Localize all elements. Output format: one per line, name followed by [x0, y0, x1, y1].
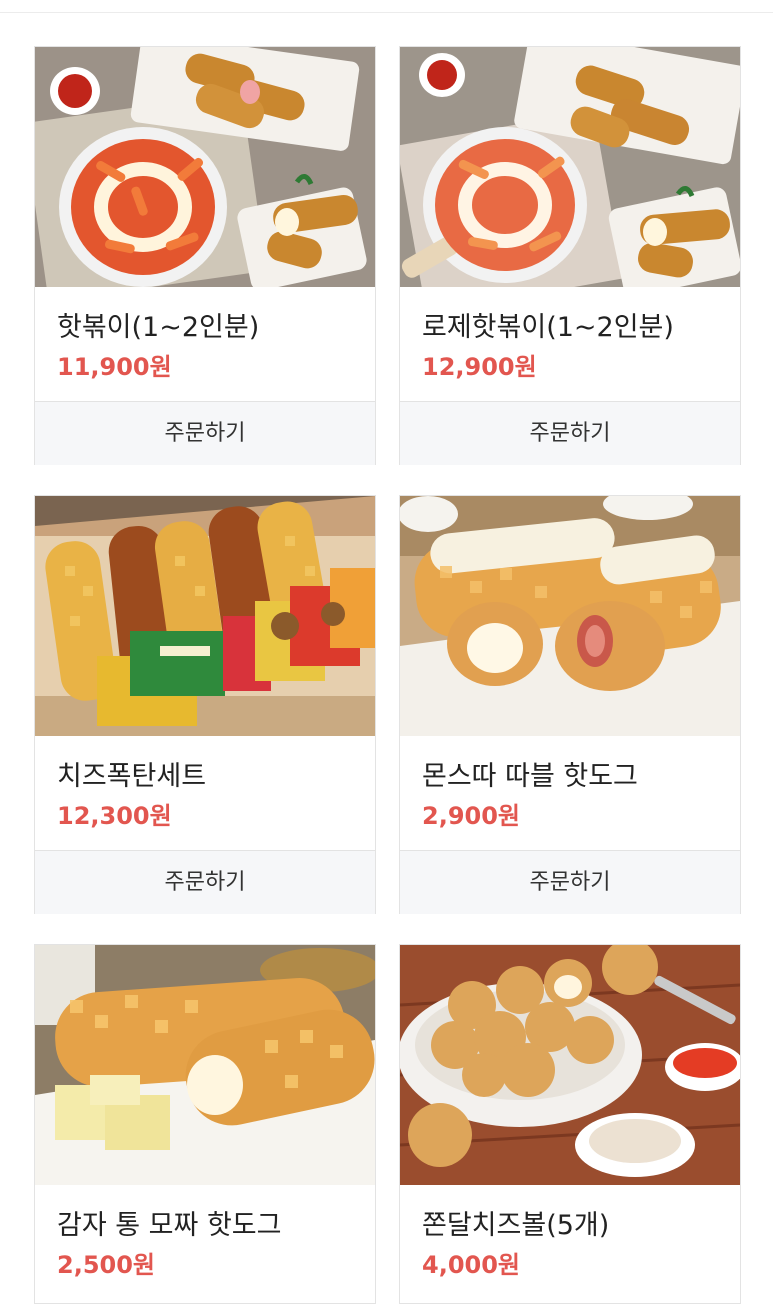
product-card[interactable]: 쫀달치즈볼(5개) 4,000원: [399, 944, 741, 1304]
product-image[interactable]: [400, 496, 740, 736]
product-name: 치즈폭탄세트: [57, 761, 207, 792]
product-image[interactable]: [35, 47, 375, 287]
product-price: 11,900원: [57, 353, 172, 381]
product-name: 핫볶이(1~2인분): [57, 312, 260, 343]
product-card[interactable]: 몬스따 따블 핫도그 2,900원 주문하기: [399, 495, 741, 914]
product-price: 12,300원: [57, 802, 172, 830]
order-button[interactable]: 주문하기: [35, 850, 375, 914]
product-name: 몬스따 따블 핫도그: [422, 761, 638, 792]
product-image[interactable]: [400, 47, 740, 287]
product-image[interactable]: [35, 496, 375, 736]
order-button[interactable]: 주문하기: [35, 401, 375, 465]
product-card[interactable]: 치즈폭탄세트 12,300원 주문하기: [34, 495, 376, 914]
order-button[interactable]: 주문하기: [400, 850, 740, 914]
order-button[interactable]: 주문하기: [400, 401, 740, 465]
product-image[interactable]: [35, 945, 375, 1185]
product-card[interactable]: 로제핫볶이(1~2인분) 12,900원 주문하기: [399, 46, 741, 465]
product-image[interactable]: [400, 945, 740, 1185]
product-price: 4,000원: [422, 1251, 520, 1279]
product-name: 쫀달치즈볼(5개): [422, 1210, 610, 1241]
top-divider: [0, 12, 773, 13]
product-card[interactable]: 핫볶이(1~2인분) 11,900원 주문하기: [34, 46, 376, 465]
product-card[interactable]: 감자 통 모짜 핫도그 2,500원: [34, 944, 376, 1304]
product-price: 2,500원: [57, 1251, 155, 1279]
product-name: 감자 통 모짜 핫도그: [57, 1210, 282, 1241]
product-price: 12,900원: [422, 353, 537, 381]
product-price: 2,900원: [422, 802, 520, 830]
product-name: 로제핫볶이(1~2인분): [422, 312, 674, 343]
